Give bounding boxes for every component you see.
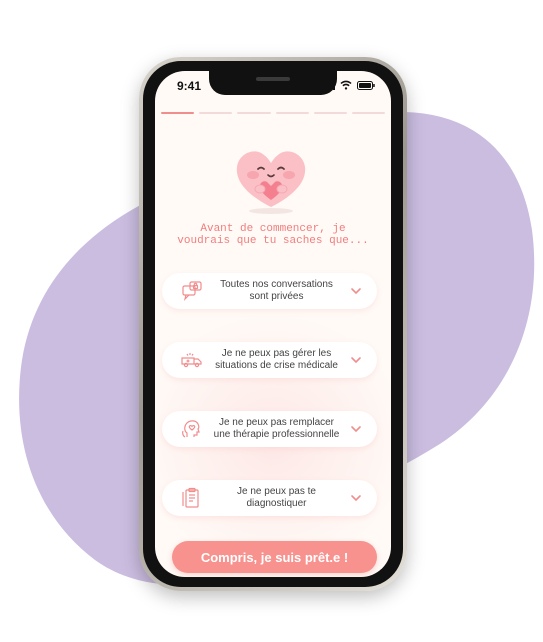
info-card-text: Je ne peux pas remplacer une thérapie pr… [204,417,349,441]
chevron-down-icon[interactable] [349,422,363,436]
chevron-down-icon[interactable] [349,353,363,367]
info-card-line: situations de crise médicale [215,360,338,371]
intro-text: Avant de commencer, je voudrais que tu s… [165,223,381,247]
progress-segment [237,112,271,114]
info-card-diagnosis[interactable]: Je ne peux pas te diagnostiquer [162,480,377,516]
intro-line: Avant de commencer, je [200,223,346,235]
info-card-therapy[interactable]: Je ne peux pas remplacer une thérapie pr… [162,411,377,447]
status-icons [321,80,375,90]
chevron-down-icon[interactable] [349,491,363,505]
info-card-line: Je ne peux pas te [237,486,316,497]
phone-notch [209,71,337,95]
wifi-icon [340,80,352,90]
status-time: 9:41 [177,79,202,93]
progress-segment [313,112,347,114]
info-card-text: Je ne peux pas gérer les situations de c… [204,348,349,372]
ambulance-icon [181,353,202,368]
intro-line: voudrais que tu saches que... [177,235,369,247]
progress-segment [199,112,233,114]
info-card-line: Toutes nos conversations [220,279,333,290]
onboarding-progress [161,112,386,114]
progress-segment [351,112,386,114]
confirm-button[interactable]: Compris, je suis prêt.e ! [172,541,377,573]
progress-segment [275,112,309,114]
info-card-medical-crisis[interactable]: Je ne peux pas gérer les situations de c… [162,342,377,378]
signal-icon [321,80,335,90]
info-card-privacy[interactable]: Toutes nos conversations sont privées [162,273,377,309]
therapy-head-icon [182,420,200,438]
clipboard-icon [182,487,199,508]
private-chat-icon [182,281,202,301]
battery-icon [357,80,375,90]
progress-segment [161,112,195,114]
info-card-line: une thérapie professionnelle [213,429,340,440]
info-card-line: sont privées [249,291,304,302]
info-card-line: Je ne peux pas gérer les [221,348,332,359]
info-card-text: Toutes nos conversations sont privées [204,279,349,303]
heart-mascot-icon [236,151,306,214]
chevron-down-icon[interactable] [349,284,363,298]
speaker [256,77,290,81]
info-card-text: Je ne peux pas te diagnostiquer [204,486,349,510]
info-card-line: Je ne peux pas remplacer [218,417,335,428]
phone-frame: 9:41 Avant de commencer, je voudrais que… [139,57,407,591]
info-card-line: diagnostiquer [246,498,307,509]
screen: 9:41 Avant de commencer, je voudrais que… [155,71,391,577]
